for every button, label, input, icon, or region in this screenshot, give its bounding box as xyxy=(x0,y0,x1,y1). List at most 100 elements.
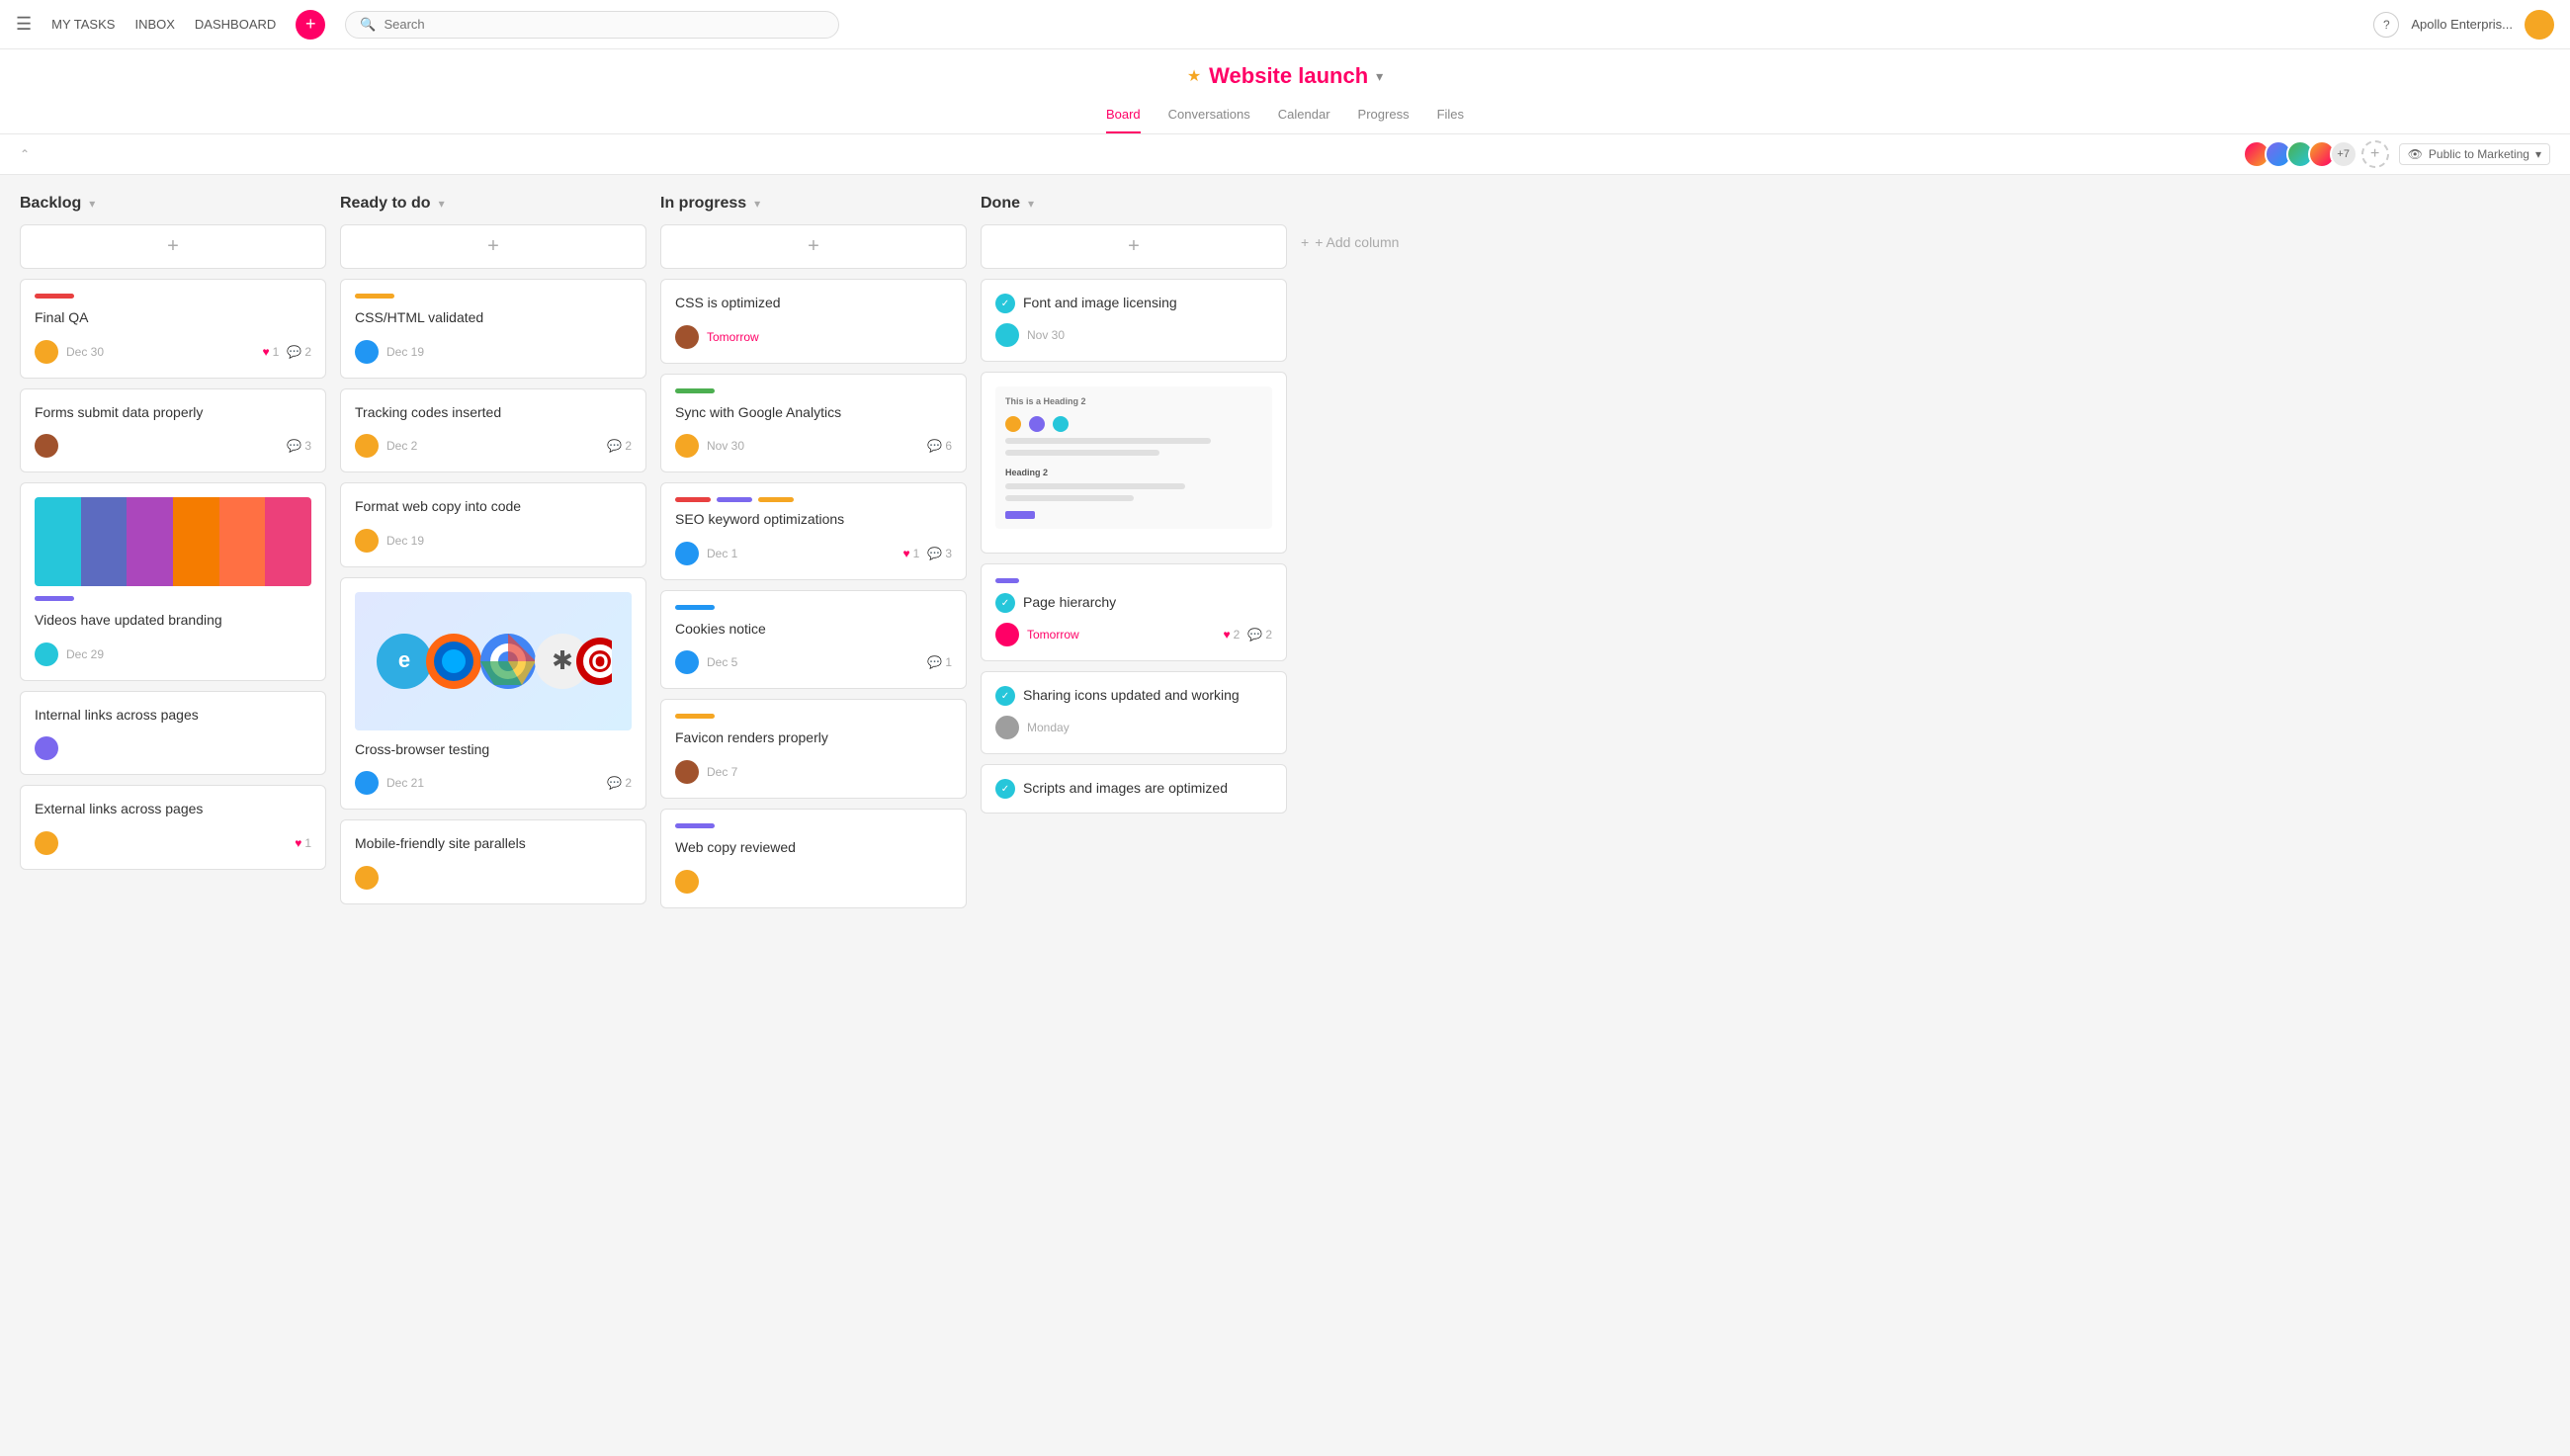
design-preview-image: This is a Heading 2 Heading 2 xyxy=(995,386,1272,529)
my-tasks-link[interactable]: MY TASKS xyxy=(51,17,115,32)
card-internal-links[interactable]: Internal links across pages xyxy=(20,691,326,776)
card-tag xyxy=(675,605,715,610)
card-avatar xyxy=(355,434,379,458)
grad-seg-4 xyxy=(173,497,219,586)
card-footer: Tomorrow ♥ 2 💬 2 xyxy=(995,623,1272,646)
search-input[interactable] xyxy=(384,17,824,32)
svg-text:e: e xyxy=(398,647,410,672)
card-footer: Nov 30 💬 6 xyxy=(675,434,952,458)
card-forms-submit[interactable]: Forms submit data properly 💬 3 xyxy=(20,388,326,473)
grad-seg-6 xyxy=(265,497,311,586)
user-avatar[interactable] xyxy=(2525,10,2554,40)
tab-progress[interactable]: Progress xyxy=(1358,99,1410,133)
svg-text:O: O xyxy=(591,649,608,674)
card-footer xyxy=(675,870,952,894)
card-sync-analytics[interactable]: Sync with Google Analytics Nov 30 💬 6 xyxy=(660,374,967,473)
card-title: Page hierarchy xyxy=(1023,593,1116,613)
column-ready-chevron-icon[interactable]: ▾ xyxy=(439,197,445,211)
card-avatar xyxy=(675,650,699,674)
tab-calendar[interactable]: Calendar xyxy=(1278,99,1330,133)
card-comments: 💬 6 xyxy=(927,439,952,453)
card-meta: 💬 1 xyxy=(927,655,952,669)
card-tag xyxy=(675,823,715,828)
card-date: Dec 1 xyxy=(707,547,737,560)
tab-files[interactable]: Files xyxy=(1437,99,1464,133)
card-final-qa[interactable]: Final QA Dec 30 ♥ 1 💬 2 xyxy=(20,279,326,379)
add-column-label: + Add column xyxy=(1315,234,1399,250)
add-card-inprogress-button[interactable]: + xyxy=(660,224,967,269)
column-in-progress-chevron-icon[interactable]: ▾ xyxy=(754,197,760,211)
card-scripts-images[interactable]: ✓ Scripts and images are optimized xyxy=(981,764,1287,814)
card-css-html[interactable]: CSS/HTML validated Dec 19 xyxy=(340,279,646,379)
card-title: External links across pages xyxy=(35,800,311,819)
board: Backlog ▾ + Final QA Dec 30 ♥ 1 💬 2 Form… xyxy=(0,175,2570,1456)
inbox-link[interactable]: INBOX xyxy=(134,17,174,32)
done-check-icon: ✓ xyxy=(995,686,1015,706)
card-mobile-friendly[interactable]: Mobile-friendly site parallels xyxy=(340,819,646,904)
menu-icon[interactable]: ☰ xyxy=(16,14,32,35)
card-footer xyxy=(355,866,632,890)
card-tracking-codes[interactable]: Tracking codes inserted Dec 2 💬 2 xyxy=(340,388,646,473)
eye-icon: 👁 xyxy=(2408,147,2423,161)
card-external-links[interactable]: External links across pages ♥ 1 xyxy=(20,785,326,870)
tag-red xyxy=(675,497,711,502)
card-date: Dec 30 xyxy=(66,345,104,359)
column-done-chevron-icon[interactable]: ▾ xyxy=(1028,197,1034,211)
project-chevron-icon[interactable]: ▾ xyxy=(1376,68,1383,85)
card-comments: 💬 1 xyxy=(927,655,952,669)
card-title: Font and image licensing xyxy=(1023,294,1177,313)
card-title-row: ✓ Scripts and images are optimized xyxy=(995,779,1272,799)
card-favicon[interactable]: Favicon renders properly Dec 7 xyxy=(660,699,967,799)
card-title: Scripts and images are optimized xyxy=(1023,779,1228,799)
card-footer xyxy=(35,736,311,760)
add-member-button[interactable]: + xyxy=(2361,140,2389,168)
card-font-licensing[interactable]: ✓ Font and image licensing Nov 30 xyxy=(981,279,1287,362)
dashboard-link[interactable]: DASHBOARD xyxy=(195,17,276,32)
new-task-button[interactable]: + xyxy=(296,10,325,40)
card-avatar xyxy=(355,866,379,890)
add-card-backlog-button[interactable]: + xyxy=(20,224,326,269)
add-card-done-button[interactable]: + xyxy=(981,224,1287,269)
card-cookies-notice[interactable]: Cookies notice Dec 5 💬 1 xyxy=(660,590,967,690)
add-column-button[interactable]: + + Add column xyxy=(1301,226,1399,258)
column-done-header: Done ▾ xyxy=(981,195,1287,213)
card-title: Internal links across pages xyxy=(35,706,311,726)
tab-conversations[interactable]: Conversations xyxy=(1168,99,1250,133)
add-card-ready-button[interactable]: + xyxy=(340,224,646,269)
column-ready-header: Ready to do ▾ xyxy=(340,195,646,213)
org-name: Apollo Enterpris... xyxy=(2411,17,2513,32)
card-seo-keywords[interactable]: SEO keyword optimizations Dec 1 ♥ 1 💬 3 xyxy=(660,482,967,580)
card-meta: 💬 6 xyxy=(927,439,952,453)
card-footer: Dec 19 xyxy=(355,529,632,553)
card-title: Videos have updated branding xyxy=(35,611,311,631)
card-videos-branding[interactable]: Videos have updated branding Dec 29 xyxy=(20,482,326,681)
card-avatar xyxy=(355,340,379,364)
tab-board[interactable]: Board xyxy=(1106,99,1141,133)
visibility-button[interactable]: 👁 Public to Marketing ▾ xyxy=(2399,143,2550,165)
card-avatar xyxy=(35,831,58,855)
help-button[interactable]: ? xyxy=(2373,12,2399,38)
search-bar: 🔍 xyxy=(345,11,839,39)
card-title: Sharing icons updated and working xyxy=(1023,686,1240,706)
card-sharing-icons[interactable]: ✓ Sharing icons updated and working Mond… xyxy=(981,671,1287,754)
done-check-icon: ✓ xyxy=(995,593,1015,613)
collapse-icon[interactable]: ⌃ xyxy=(20,147,30,161)
column-backlog-chevron-icon[interactable]: ▾ xyxy=(89,197,95,211)
card-format-web-copy[interactable]: Format web copy into code Dec 19 xyxy=(340,482,646,567)
card-cross-browser[interactable]: e ✱ xyxy=(340,577,646,811)
card-tag xyxy=(675,388,715,393)
card-title: SEO keyword optimizations xyxy=(675,510,952,530)
card-tag xyxy=(995,578,1019,583)
card-design-preview[interactable]: This is a Heading 2 Heading 2 xyxy=(981,372,1287,554)
card-date: Tomorrow xyxy=(707,330,759,344)
card-web-copy-reviewed[interactable]: Web copy reviewed xyxy=(660,809,967,908)
team-count[interactable]: +7 xyxy=(2330,140,2357,168)
card-page-hierarchy[interactable]: ✓ Page hierarchy Tomorrow ♥ 2 💬 2 xyxy=(981,563,1287,661)
card-title: Sync with Google Analytics xyxy=(675,403,952,423)
card-css-optimized[interactable]: CSS is optimized Tomorrow xyxy=(660,279,967,364)
card-footer: Dec 19 xyxy=(355,340,632,364)
svg-text:✱: ✱ xyxy=(552,645,573,675)
column-backlog-title: Backlog xyxy=(20,195,81,213)
column-in-progress: In progress ▾ + CSS is optimized Tomorro… xyxy=(660,195,967,918)
card-comments: 💬 2 xyxy=(287,345,311,359)
